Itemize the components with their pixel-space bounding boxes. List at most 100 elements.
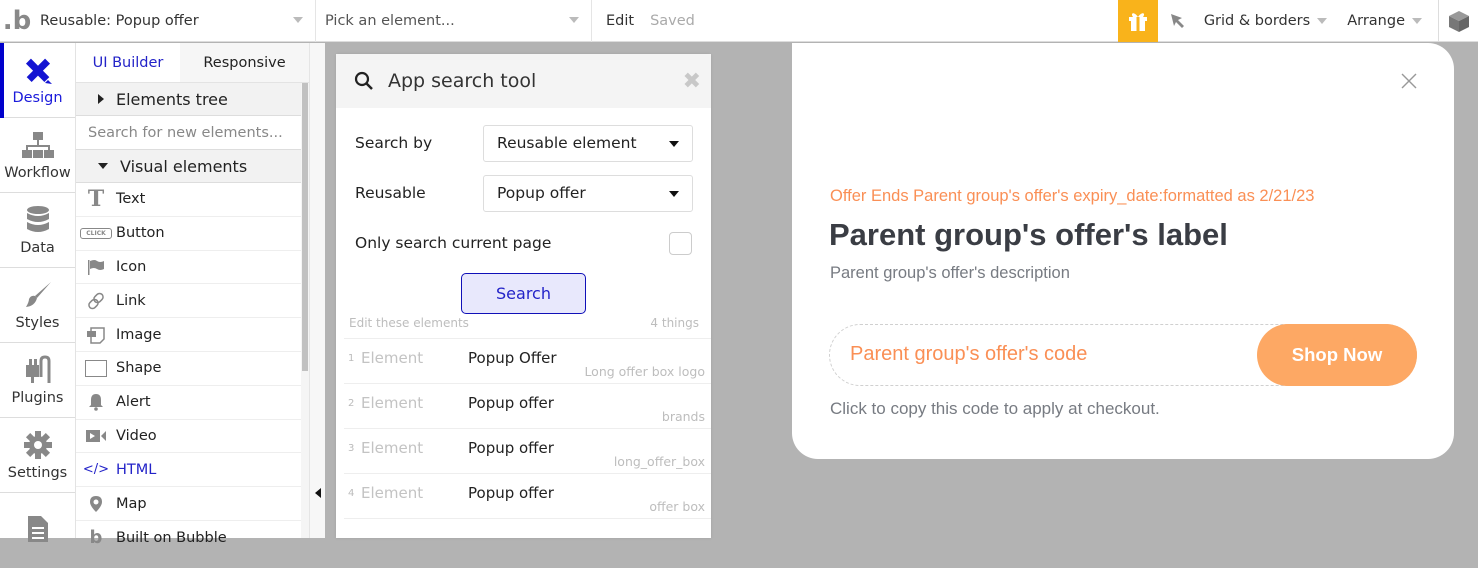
cube-button[interactable]	[1438, 0, 1478, 42]
gift-icon	[1128, 12, 1147, 31]
result-number: 1	[348, 353, 355, 364]
bubble-logo[interactable]: .b	[0, 0, 34, 42]
palette-item-label: Icon	[116, 258, 147, 275]
image-icon	[76, 326, 116, 344]
app-search-tool: App search tool ✖ Search by Reusable ele…	[336, 54, 711, 538]
close-icon[interactable]: ✖	[683, 71, 701, 93]
palette-item-link[interactable]: Link	[76, 284, 301, 319]
search-button[interactable]: Search	[461, 273, 586, 314]
palette-tabs: UI Builder Responsive	[76, 43, 309, 83]
palette-item-video[interactable]: Video	[76, 420, 301, 454]
results-header: Edit these elements 4 things	[349, 316, 699, 330]
palette-item-label: Link	[116, 292, 146, 309]
reusable-selector-label: Reusable: Popup offer	[40, 12, 199, 29]
nav-settings[interactable]: Settings	[0, 418, 75, 493]
button-icon: CLICK	[76, 227, 116, 239]
top-toolbar: .b Reusable: Popup offer Pick an element…	[0, 0, 1478, 42]
text-icon: T	[87, 186, 105, 213]
result-name: Popup offer	[468, 439, 554, 457]
offer-label[interactable]: Parent group's offer's label	[829, 217, 1228, 253]
results-label: Edit these elements	[349, 316, 469, 330]
tab-ui-builder[interactable]: UI Builder	[76, 43, 180, 82]
result-row[interactable]: 4 Element Popup offer offer box	[344, 474, 711, 519]
nav-styles[interactable]: Styles	[0, 268, 75, 343]
palette-item-icon[interactable]: Icon	[76, 251, 301, 285]
result-number: 3	[348, 443, 355, 454]
palette-item-label: Button	[116, 225, 165, 242]
database-icon	[25, 204, 51, 236]
left-nav: Design Workflow Data Styles Plugins Sett…	[0, 43, 76, 542]
nav-plugins[interactable]: Plugins	[0, 343, 75, 418]
search-icon	[354, 71, 373, 90]
gift-button[interactable]	[1117, 0, 1158, 42]
grid-borders-menu[interactable]: Grid & borders	[1198, 13, 1333, 29]
result-subtitle: Long offer box logo	[584, 364, 705, 379]
palette-item-text[interactable]: T Text	[76, 183, 301, 217]
edit-menu[interactable]: Edit	[606, 13, 634, 29]
result-number: 2	[348, 398, 355, 409]
document-icon	[26, 513, 50, 545]
result-kind: Element	[361, 439, 424, 457]
current-page-checkbox[interactable]	[669, 231, 692, 255]
palette-item-html[interactable]: </> HTML	[76, 453, 301, 488]
element-picker[interactable]: Pick an element...	[316, 0, 592, 42]
result-row[interactable]: 3 Element Popup offer long_offer_box	[344, 429, 711, 474]
palette-item-shape[interactable]: Shape	[76, 352, 301, 386]
arrange-label: Arrange	[1347, 12, 1405, 29]
chevron-down-icon	[1317, 17, 1328, 24]
reusable-label: Reusable	[355, 184, 426, 202]
nav-document[interactable]	[0, 493, 75, 568]
bell-icon	[76, 393, 116, 411]
save-status: Saved	[650, 12, 695, 29]
chevron-down-icon	[1412, 17, 1422, 24]
result-row[interactable]: 1 Element Popup Offer Long offer box log…	[344, 339, 711, 384]
offer-description[interactable]: Parent group's offer's description	[830, 264, 1070, 283]
palette-item-button[interactable]: CLICK Button	[76, 217, 301, 251]
workflow-icon	[21, 129, 55, 161]
palette-item-alert[interactable]: Alert	[76, 386, 301, 420]
element-search-input[interactable]	[88, 124, 288, 141]
link-icon	[76, 292, 116, 310]
search-by-value: Reusable element	[497, 134, 637, 152]
nav-design-label: Design	[12, 90, 63, 106]
search-tool-header: App search tool ✖	[336, 54, 711, 108]
search-by-dropdown[interactable]: Reusable element	[483, 124, 693, 162]
palette-item-map[interactable]: Map	[76, 487, 301, 521]
popup-offer[interactable]: Offer Ends Parent group's offer's expiry…	[792, 43, 1454, 459]
nav-design[interactable]: Design	[0, 43, 75, 118]
palette-scrollbar-thumb[interactable]	[302, 83, 308, 371]
result-row[interactable]: 2 Element Popup offer brands	[344, 384, 711, 429]
element-search	[76, 116, 301, 150]
result-kind: Element	[361, 394, 424, 412]
search-tool-title: App search tool	[388, 70, 537, 92]
result-kind: Element	[361, 349, 424, 367]
elements-tree-toggle[interactable]: Elements tree	[76, 83, 301, 116]
copy-hint[interactable]: Click to copy this code to apply at chec…	[830, 399, 1160, 419]
offer-expiry-text[interactable]: Offer Ends Parent group's offer's expiry…	[830, 187, 1314, 206]
reusable-selector[interactable]: Reusable: Popup offer	[34, 0, 316, 42]
nav-workflow-label: Workflow	[4, 165, 71, 181]
tab-responsive[interactable]: Responsive	[180, 43, 309, 82]
arrange-menu[interactable]: Arrange	[1341, 13, 1428, 29]
palette-item-label: Shape	[116, 360, 162, 377]
offer-code[interactable]: Parent group's offer's code	[850, 343, 1087, 366]
select-tool-button[interactable]	[1158, 0, 1198, 42]
palette-item-label: HTML	[116, 461, 157, 478]
nav-styles-label: Styles	[15, 315, 60, 331]
palette-scrollbar[interactable]	[301, 83, 309, 538]
offer-code-box[interactable]: Parent group's offer's code Shop Now	[829, 324, 1417, 386]
nav-workflow[interactable]: Workflow	[0, 118, 75, 193]
shop-now-button[interactable]: Shop Now	[1257, 324, 1417, 386]
palette-collapse-strip[interactable]	[309, 43, 325, 538]
nav-data[interactable]: Data	[0, 193, 75, 268]
reusable-dropdown[interactable]: Popup offer	[483, 174, 693, 212]
palette-item-image[interactable]: Image	[76, 318, 301, 352]
close-icon[interactable]	[1399, 71, 1419, 91]
map-pin-icon	[76, 495, 116, 513]
visual-elements-toggle[interactable]: Visual elements	[76, 150, 301, 183]
element-palette: UI Builder Responsive Elements tree Visu…	[76, 43, 309, 548]
element-picker-placeholder: Pick an element...	[325, 12, 455, 29]
design-icon	[23, 54, 53, 86]
caret-down-icon	[98, 163, 108, 169]
result-number: 4	[348, 488, 355, 499]
